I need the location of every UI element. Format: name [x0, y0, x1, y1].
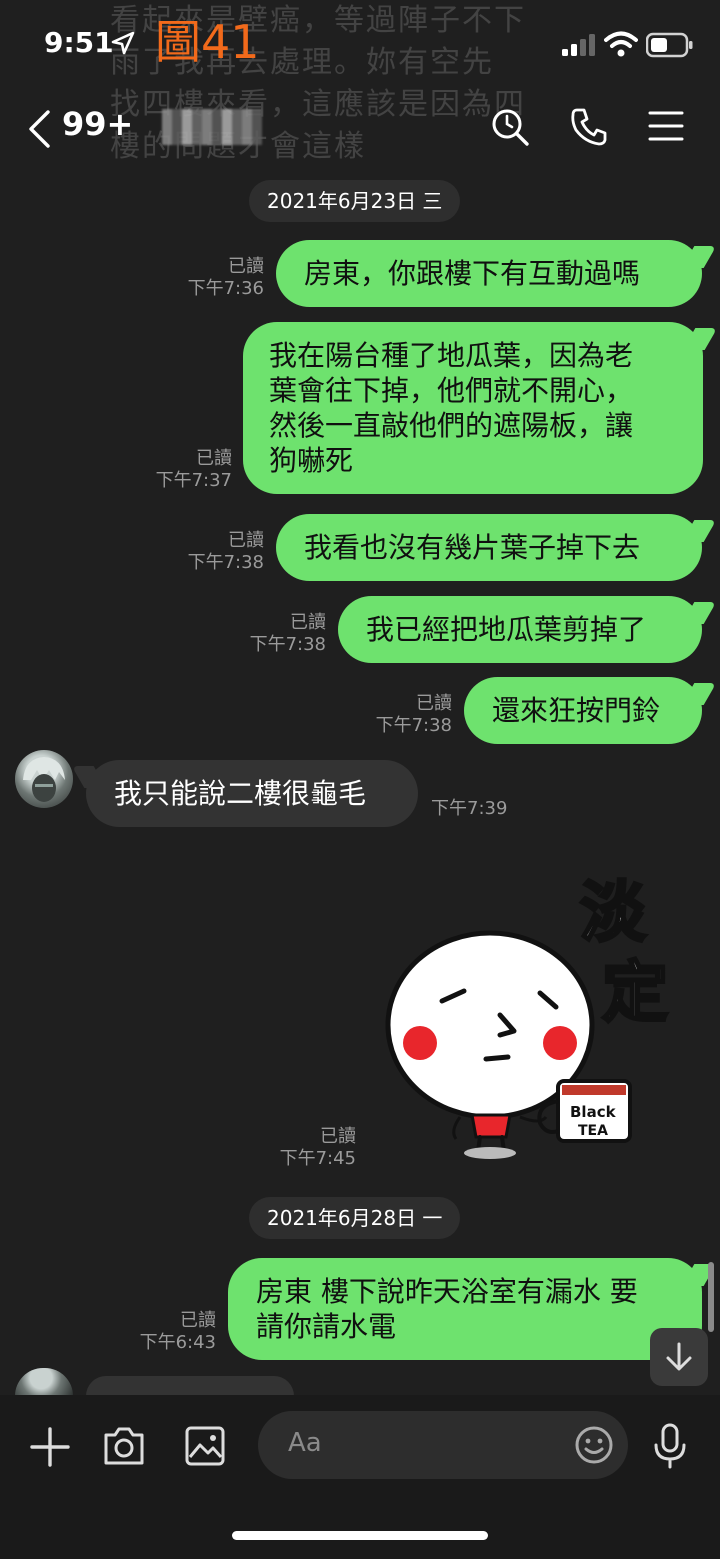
- arrow-down-icon: [666, 1342, 692, 1371]
- read-receipt: 已讀: [180, 1310, 216, 1331]
- status-bar: 9:51 圖41: [0, 0, 720, 90]
- sticker-text-1: 淡: [580, 874, 647, 951]
- microphone-icon[interactable]: [652, 1423, 688, 1469]
- wifi-icon: [604, 31, 638, 57]
- sticker-tea[interactable]: 淡 定 Black TEA: [380, 855, 680, 1165]
- incoming-message[interactable]: 我只能說二樓很龜毛: [86, 760, 418, 827]
- contact-name-pixelated: [162, 109, 262, 145]
- message-input-placeholder: Aa: [288, 1428, 322, 1458]
- read-receipt: 已讀: [196, 448, 232, 469]
- image-gallery-icon[interactable]: [184, 1425, 226, 1467]
- sticker-cup-text-1: Black: [570, 1103, 617, 1121]
- location-arrow-icon: [111, 31, 135, 55]
- message-meta: 已讀 下午7:45: [236, 1126, 356, 1170]
- outgoing-message[interactable]: 我在陽台種了地瓜葉，因為老 葉會往下掉，他們就不開心， 然後一直敲他們的遮陽板，…: [243, 322, 703, 494]
- read-receipt: 已讀: [320, 1126, 356, 1147]
- avatar-face-icon: [23, 757, 65, 802]
- scroll-to-bottom-button[interactable]: [650, 1328, 708, 1386]
- message-input[interactable]: Aa: [258, 1411, 628, 1479]
- signal-icon: [562, 34, 595, 56]
- incoming-message-partial[interactable]: [86, 1376, 294, 1396]
- read-receipt: 已讀: [228, 530, 264, 551]
- message-time: 下午7:38: [375, 715, 452, 736]
- message-time: 下午7:39: [431, 798, 508, 819]
- emoji-icon[interactable]: [574, 1425, 614, 1465]
- message-meta: 已讀 下午7:38: [206, 612, 326, 656]
- read-receipt: 已讀: [416, 693, 452, 714]
- message-time: 下午7:36: [187, 278, 264, 299]
- outgoing-message[interactable]: 房東，你跟樓下有互動過嗎: [276, 240, 702, 307]
- outgoing-message[interactable]: 我看也沒有幾片葉子掉下去: [276, 514, 702, 581]
- unread-count[interactable]: 99+: [62, 105, 133, 143]
- message-time: 下午6:43: [139, 1332, 216, 1353]
- outgoing-message[interactable]: 還來狂按門鈴: [464, 677, 702, 744]
- search-icon[interactable]: [490, 107, 530, 147]
- home-indicator: [232, 1531, 488, 1540]
- plus-icon[interactable]: [30, 1427, 70, 1467]
- message-meta: 已讀 下午7:38: [144, 530, 264, 574]
- chat-header: 99+: [0, 95, 720, 165]
- message-meta: 已讀 下午7:37: [112, 448, 232, 492]
- message-time: 下午7:38: [249, 634, 326, 655]
- phone-call-icon[interactable]: [570, 107, 608, 147]
- message-time: 下午7:38: [187, 552, 264, 573]
- camera-icon[interactable]: [102, 1425, 146, 1467]
- outgoing-message[interactable]: 我已經把地瓜葉剪掉了: [338, 596, 702, 663]
- date-separator: 2021年6月23日 三: [249, 180, 461, 222]
- message-meta: 已讀 下午6:43: [96, 1310, 216, 1354]
- message-time: 下午7:37: [155, 470, 232, 491]
- outgoing-message[interactable]: 房東 樓下說昨天浴室有漏水 要 請你請水電: [228, 1258, 702, 1360]
- figure-label: 圖41: [155, 15, 260, 69]
- message-meta: 已讀 下午7:38: [332, 693, 452, 737]
- message-meta: 已讀 下午7:36: [144, 256, 264, 300]
- back-chevron-icon[interactable]: [26, 109, 52, 149]
- menu-icon[interactable]: [648, 109, 684, 143]
- input-bar: Aa: [0, 1395, 720, 1559]
- battery-icon: [646, 32, 693, 58]
- sticker-text-2: 定: [602, 954, 668, 1031]
- scrollbar[interactable]: [708, 1262, 714, 1332]
- read-receipt: 已讀: [228, 256, 264, 277]
- read-receipt: 已讀: [290, 612, 326, 633]
- date-separator: 2021年6月28日 一: [249, 1197, 461, 1239]
- message-time: 下午7:45: [279, 1148, 356, 1169]
- contact-avatar[interactable]: [15, 750, 73, 808]
- sticker-cup-text-2: TEA: [578, 1123, 608, 1139]
- contact-avatar[interactable]: [15, 1368, 73, 1396]
- status-time: 9:51: [44, 26, 114, 59]
